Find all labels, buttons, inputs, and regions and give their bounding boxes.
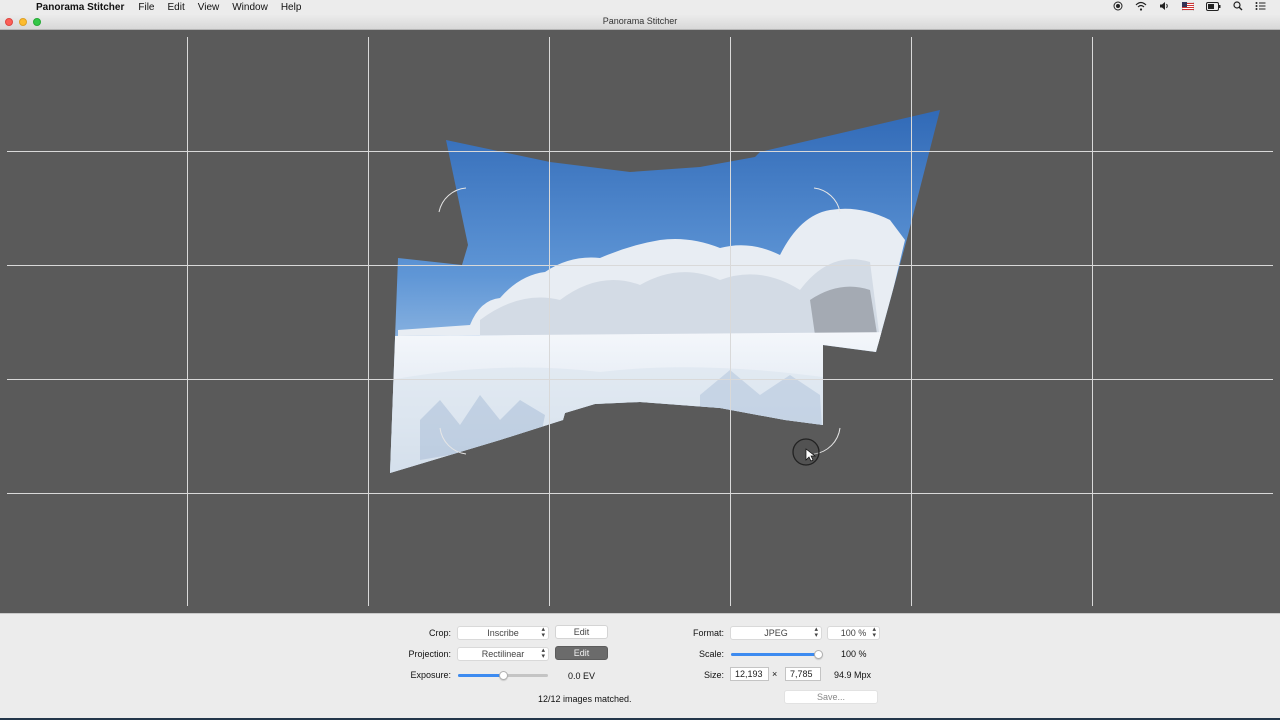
notification-center-icon[interactable] [1255,1,1266,14]
exposure-slider-fill [458,674,503,677]
spotlight-search-icon[interactable] [1233,1,1243,14]
stitched-image [390,110,940,473]
crop-label: Crop: [428,628,451,638]
size-separator: × [772,669,778,679]
menu-help[interactable]: Help [281,2,302,13]
volume-icon[interactable] [1159,1,1170,14]
crop-popup-value: Inscribe [487,628,519,638]
app-menu[interactable]: Panorama Stitcher [36,2,124,13]
updown-arrows-icon: ▴ ▾ [814,626,818,639]
scale-slider-fill [731,653,819,656]
crop-popup[interactable]: Inscribe ▴ ▾ [457,626,549,640]
size-label: Size: [703,670,724,680]
us-flag-icon[interactable] [1181,1,1195,14]
scale-label: Scale: [698,649,724,659]
menu-edit[interactable]: Edit [168,2,185,13]
size-megapixels: 94.9 Mpx [834,670,872,680]
quality-popup-value: 100 % [840,628,867,638]
menu-window[interactable]: Window [232,2,268,13]
projection-popup[interactable]: Rectilinear ▴ ▾ [457,647,549,661]
record-icon[interactable] [1113,1,1123,14]
panorama-preview[interactable] [0,30,1280,613]
wifi-icon[interactable] [1135,1,1147,14]
scale-value: 100 % [841,649,867,659]
menu-bar: Panorama Stitcher File Edit View Window … [0,0,1280,15]
format-popup[interactable]: JPEG ▴ ▾ [730,626,822,640]
cursor-icon [792,438,820,466]
menu-view[interactable]: View [198,2,220,13]
status-area [1113,0,1266,15]
format-label: Format: [692,628,724,638]
updown-arrows-icon: ▴ ▾ [872,626,876,639]
projection-label: Projection: [408,649,451,659]
quality-popup[interactable]: 100 % ▴ ▾ [827,626,880,640]
window-title: Panorama Stitcher [602,16,678,26]
menu-file[interactable]: File [138,2,154,13]
window-title-bar[interactable]: Panorama Stitcher [0,15,1280,30]
settings-panel: Crop: Inscribe ▴ ▾ Edit Projection: Recti… [0,613,1280,718]
projection-popup-value: Rectilinear [481,649,525,659]
match-status: 12/12 images matched. [538,694,632,704]
exposure-value: 0.0 EV [568,671,596,681]
panorama-canvas[interactable] [0,30,1280,613]
projection-edit-button[interactable]: Edit [555,646,608,660]
save-button[interactable]: Save... [784,690,878,704]
updown-arrows-icon: ▴ ▾ [541,626,545,639]
size-width-field[interactable]: 12,193 [730,667,769,681]
battery-icon[interactable] [1206,1,1221,14]
exposure-label: Exposure: [410,670,451,680]
size-height-field[interactable]: 7,785 [785,667,821,681]
crop-edit-button[interactable]: Edit [555,625,608,639]
format-popup-value: JPEG [764,628,788,638]
scale-slider-knob[interactable] [814,650,823,659]
updown-arrows-icon: ▴ ▾ [541,647,545,660]
exposure-slider-knob[interactable] [499,671,508,680]
